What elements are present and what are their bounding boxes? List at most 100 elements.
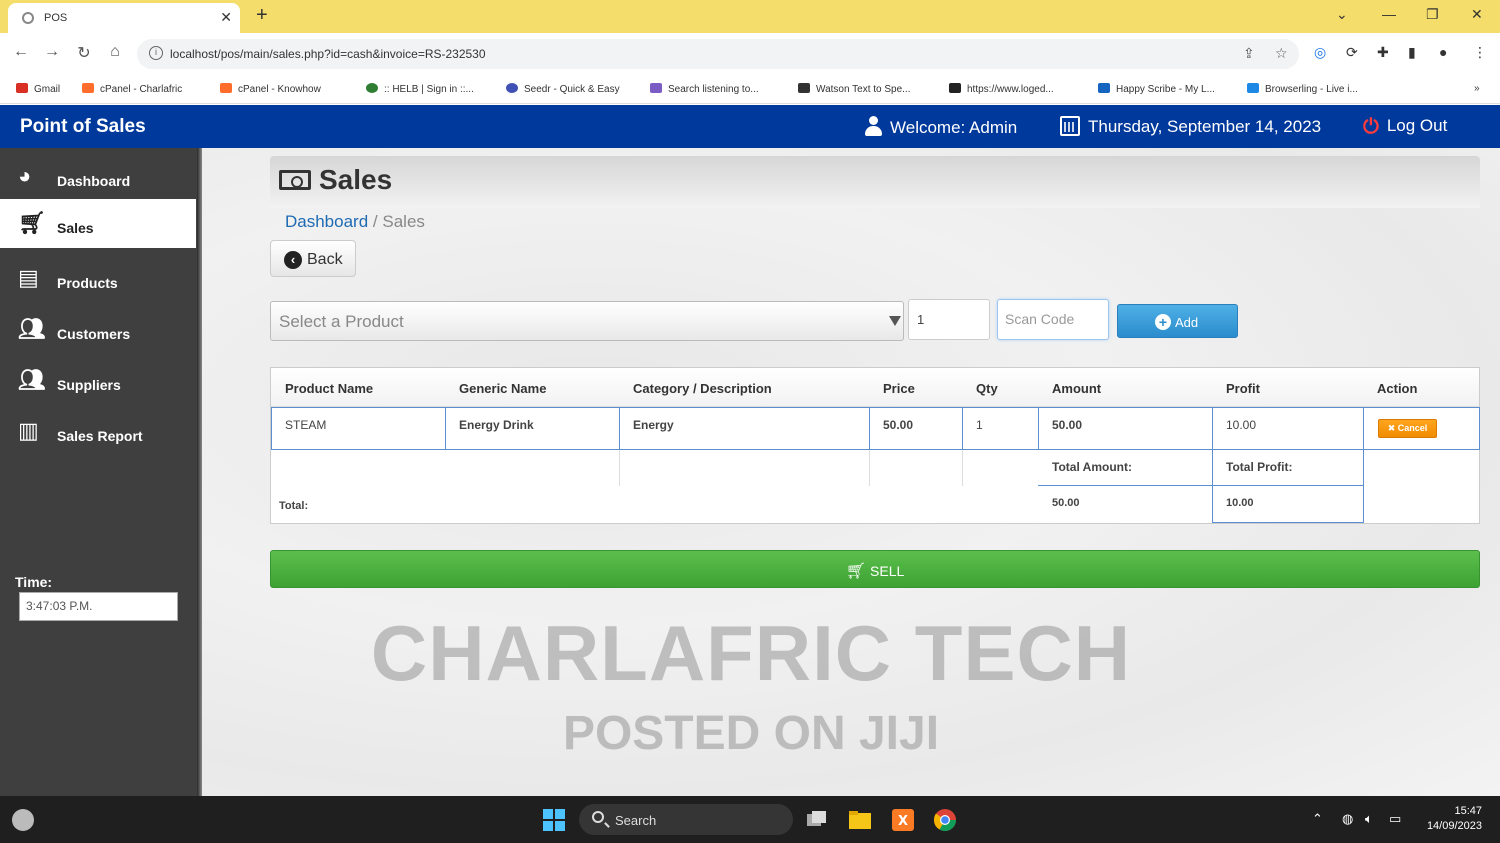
column-header-category: Category / Description xyxy=(633,381,772,396)
cell-price: 50.00 xyxy=(869,407,963,450)
welcome-text: Welcome: Admin xyxy=(864,116,1017,138)
minimize-button[interactable]: — xyxy=(1382,6,1396,22)
forward-arrow-icon[interactable]: → xyxy=(41,43,63,61)
user-icon xyxy=(864,116,882,136)
bookmark-item[interactable]: cPanel - Charlafric xyxy=(82,83,182,95)
chrome-icon[interactable] xyxy=(933,808,957,832)
watermark-line-1: CHARLAFRIC TECH xyxy=(370,609,1132,697)
bookmark-item[interactable]: Browserling - Live i... xyxy=(1247,83,1358,95)
power-icon: ⏻ xyxy=(1363,116,1379,138)
clock-date: 14/09/2023 xyxy=(1426,820,1482,832)
sync-icon[interactable]: ⟳ xyxy=(1346,44,1358,61)
profile-avatar[interactable]: ● xyxy=(1439,44,1447,60)
add-button[interactable]: + Add xyxy=(1117,304,1238,338)
close-tab-icon[interactable]: ✕ xyxy=(220,9,232,26)
windows-taskbar: Search X ⌃ ◍ 🔈︎ ▭ 15:47 14/09/2023 xyxy=(0,796,1500,843)
sidebar-item-dashboard[interactable]: ◕ Dashboard xyxy=(0,152,196,201)
column-header-action: Action xyxy=(1377,381,1418,396)
url-text[interactable]: localhost/pos/main/sales.php?id=cash&inv… xyxy=(170,47,486,61)
page-icon xyxy=(949,83,961,93)
bookmark-item[interactable]: :: HELB | Sign in ::... xyxy=(366,83,474,95)
bookmarks-bar: Gmail cPanel - Charlafric cPanel - Knowh… xyxy=(0,75,1500,104)
chevron-down-icon[interactable]: ⌄ xyxy=(1336,6,1348,23)
column-header-generic-name: Generic Name xyxy=(459,381,547,396)
puzzle-icon[interactable]: ✚ xyxy=(1377,44,1389,61)
windows-start-icon[interactable] xyxy=(542,808,566,832)
breadcrumb-dashboard-link[interactable]: Dashboard xyxy=(285,212,368,231)
task-view-icon[interactable] xyxy=(805,808,829,832)
taskbar-search[interactable]: Search xyxy=(579,804,793,835)
back-button[interactable]: ‹ Back xyxy=(270,240,356,277)
star-icon[interactable]: ☆ xyxy=(1275,45,1288,62)
app-header: Point of Sales Welcome: Admin Thursday, … xyxy=(0,105,1500,148)
back-arrow-icon[interactable]: ← xyxy=(10,43,32,61)
share-icon[interactable]: ⇪ xyxy=(1243,45,1255,62)
total-amount-value: 50.00 xyxy=(1052,497,1080,509)
cell-amount: 50.00 xyxy=(1038,407,1213,450)
cell-category: Energy xyxy=(619,407,870,450)
bookmark-item[interactable]: Search listening to... xyxy=(650,83,759,95)
info-icon[interactable]: i xyxy=(149,46,163,60)
new-tab-button[interactable]: + xyxy=(256,4,268,27)
sidebar-item-suppliers[interactable]: 👥︎ Suppliers xyxy=(0,356,196,405)
menu-icon[interactable]: ⋮ xyxy=(1473,44,1487,61)
more-bookmarks-button[interactable]: » xyxy=(1474,83,1480,94)
bookmark-item[interactable]: cPanel - Knowhow xyxy=(220,83,321,95)
breadcrumb: Dashboard / Sales xyxy=(285,212,425,232)
browserling-icon xyxy=(1247,83,1259,93)
column-header-profit: Profit xyxy=(1226,381,1260,396)
cancel-item-button[interactable]: ✖ Cancel xyxy=(1378,419,1437,438)
breadcrumb-current: Sales xyxy=(382,212,425,231)
sidebar-item-sales[interactable]: 🛒︎ Sales xyxy=(0,199,196,248)
reload-icon[interactable]: ↻ xyxy=(73,43,95,63)
scan-code-input[interactable]: Scan Code xyxy=(997,299,1109,340)
bookmark-item[interactable]: Watson Text to Spe... xyxy=(798,83,911,95)
chevron-up-icon[interactable]: ⌃ xyxy=(1312,811,1323,827)
volume-icon[interactable]: 🔈︎ xyxy=(1365,811,1373,827)
home-icon[interactable]: ⌂ xyxy=(104,43,126,61)
quantity-input[interactable]: 1 xyxy=(908,299,990,340)
app-brand[interactable]: Point of Sales xyxy=(20,116,146,138)
browser-tab[interactable]: POS ✕ xyxy=(8,3,240,33)
current-date: Thursday, September 14, 2023 xyxy=(1060,116,1321,137)
restore-button[interactable]: ❐ xyxy=(1426,6,1439,23)
network-icon[interactable]: ◍ xyxy=(1342,811,1353,827)
battery-icon[interactable]: ▭ xyxy=(1389,811,1401,827)
file-explorer-icon[interactable] xyxy=(848,808,872,832)
sell-button[interactable]: 🛒︎ SELL xyxy=(270,550,1480,588)
cell-profit: 10.00 xyxy=(1212,407,1364,450)
watson-icon xyxy=(798,83,810,93)
cell-action: ✖ Cancel xyxy=(1363,407,1480,450)
logout-link[interactable]: ⏻ Log Out xyxy=(1363,116,1447,139)
table-row: STEAM Energy Drink Energy 50.00 1 50.00 … xyxy=(271,407,1480,450)
sidepanel-icon[interactable]: ▮ xyxy=(1408,44,1416,61)
bookmark-item[interactable]: Happy Scribe - My L... xyxy=(1098,83,1215,95)
address-bar[interactable]: i localhost/pos/main/sales.php?id=cash&i… xyxy=(137,39,1299,69)
search-icon xyxy=(592,811,604,823)
gmail-icon xyxy=(16,83,28,93)
clock-time: 15:47 xyxy=(1454,805,1482,817)
table-divider xyxy=(869,450,870,486)
xampp-icon[interactable]: X xyxy=(891,808,915,832)
product-select[interactable]: Select a Product xyxy=(270,301,904,341)
sidebar-item-customers[interactable]: 👥︎ Customers xyxy=(0,305,196,354)
money-icon xyxy=(279,170,311,190)
cart-icon: 🛒︎ xyxy=(18,210,46,235)
time-display: 3:47:03 P.M. xyxy=(19,592,178,621)
bookmark-item[interactable]: Gmail xyxy=(16,83,60,95)
bookmark-item[interactable]: https://www.loged... xyxy=(949,83,1054,95)
weather-icon[interactable] xyxy=(12,809,34,831)
sidebar-item-sales-report[interactable]: ▥ Sales Report xyxy=(0,407,196,456)
close-window-button[interactable]: ✕ xyxy=(1471,6,1483,23)
extension-icon[interactable]: ◎ xyxy=(1314,44,1326,61)
sidebar-item-products[interactable]: ▤ Products xyxy=(0,254,196,303)
column-header-qty: Qty xyxy=(976,381,998,396)
table-divider xyxy=(619,450,620,486)
taskbar-clock[interactable]: 15:47 14/09/2023 xyxy=(1418,804,1482,834)
cell-qty: 1 xyxy=(962,407,1039,450)
back-circle-icon: ‹ xyxy=(284,251,302,269)
globe-icon xyxy=(22,12,34,24)
bookmark-item[interactable]: Seedr - Quick & Easy xyxy=(506,83,620,95)
users-icon: 👥︎ xyxy=(18,367,46,392)
tab-title: POS xyxy=(44,12,68,24)
